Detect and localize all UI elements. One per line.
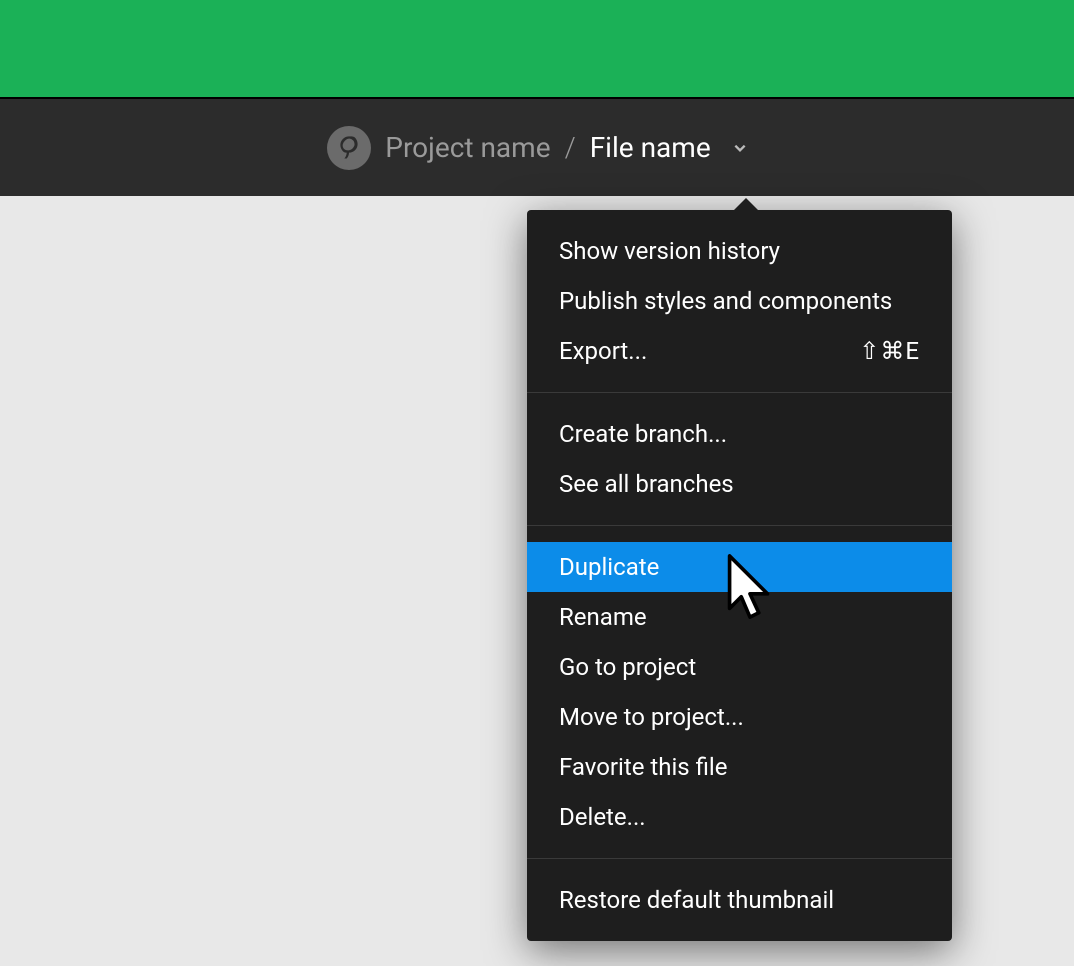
top-banner [0, 0, 1074, 97]
menu-group-4: Restore default thumbnail [527, 859, 952, 941]
menu-group-3: Duplicate Rename Go to project Move to p… [527, 526, 952, 858]
menu-item-restore-thumbnail[interactable]: Restore default thumbnail [527, 875, 952, 925]
menu-item-label: Move to project... [559, 703, 744, 731]
keyboard-shortcut: ⇧⌘E [859, 337, 920, 365]
leaf-icon [335, 134, 363, 162]
breadcrumb: Project name / File name [327, 126, 746, 170]
breadcrumb-separator: / [565, 131, 576, 164]
menu-item-label: Restore default thumbnail [559, 886, 834, 914]
menu-item-label: See all branches [559, 470, 734, 498]
file-name-label[interactable]: File name [590, 131, 711, 164]
file-dropdown-menu: Show version history Publish styles and … [527, 210, 952, 941]
menu-item-label: Rename [559, 603, 647, 631]
menu-item-create-branch[interactable]: Create branch... [527, 409, 952, 459]
menu-item-rename[interactable]: Rename [527, 592, 952, 642]
menu-item-publish-styles[interactable]: Publish styles and components [527, 276, 952, 326]
menu-item-label: Publish styles and components [559, 287, 892, 315]
dropdown-caret-icon [732, 198, 760, 212]
menu-item-favorite-file[interactable]: Favorite this file [527, 742, 952, 792]
project-name-label[interactable]: Project name [385, 131, 550, 164]
menu-item-label: Export... [559, 337, 647, 365]
menu-item-label: Delete... [559, 803, 646, 831]
menu-item-label: Duplicate [559, 553, 659, 581]
menu-item-move-to-project[interactable]: Move to project... [527, 692, 952, 742]
menu-group-1: Show version history Publish styles and … [527, 210, 952, 392]
menu-item-go-to-project[interactable]: Go to project [527, 642, 952, 692]
menu-item-duplicate[interactable]: Duplicate [527, 542, 952, 592]
menu-group-2: Create branch... See all branches [527, 393, 952, 525]
menu-item-label: Go to project [559, 653, 696, 681]
menu-item-label: Favorite this file [559, 753, 728, 781]
project-icon[interactable] [327, 126, 371, 170]
menu-item-delete[interactable]: Delete... [527, 792, 952, 842]
chevron-down-icon[interactable] [733, 141, 747, 155]
menu-item-label: Show version history [559, 237, 780, 265]
toolbar: Project name / File name [0, 97, 1074, 196]
menu-item-export[interactable]: Export... ⇧⌘E [527, 326, 952, 376]
menu-item-label: Create branch... [559, 420, 727, 448]
menu-item-show-version-history[interactable]: Show version history [527, 226, 952, 276]
menu-item-see-all-branches[interactable]: See all branches [527, 459, 952, 509]
